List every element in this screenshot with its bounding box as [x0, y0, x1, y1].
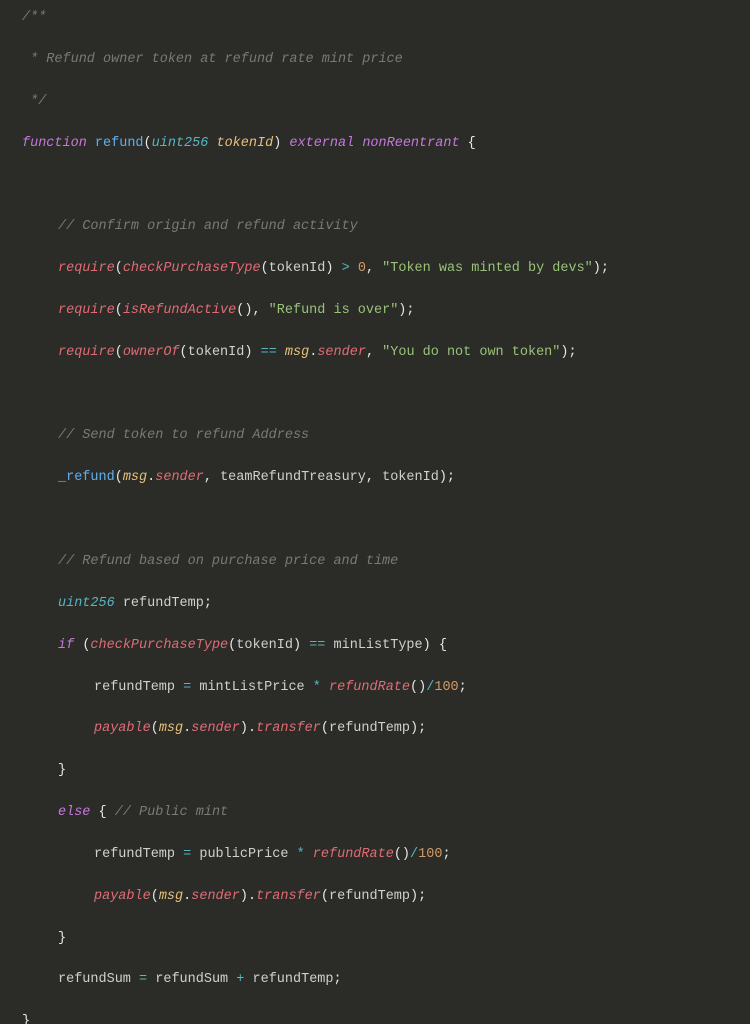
- code-block: /** * Refund owner token at refund rate …: [0, 0, 750, 1024]
- call-refundRate: refundRate: [329, 680, 410, 695]
- code-line: function refund(uint256 tokenId) externa…: [0, 134, 750, 155]
- code-line: else { // Public mint: [0, 803, 750, 824]
- call-ownerOf: ownerOf: [123, 345, 180, 360]
- call-payable: payable: [94, 721, 151, 736]
- call-require: require: [58, 303, 115, 318]
- call-isRefundActive: isRefundActive: [123, 303, 236, 318]
- comment: // Send token to refund Address: [0, 426, 750, 447]
- call-refundRate: refundRate: [313, 847, 394, 862]
- doc-comment: */: [0, 92, 750, 113]
- call-transfer: transfer: [256, 721, 321, 736]
- code-line: }: [0, 761, 750, 782]
- string-literal: "You do not own token": [382, 345, 560, 360]
- code-line: refundTemp = mintListPrice * refundRate(…: [0, 678, 750, 699]
- msg-object: msg: [285, 345, 309, 360]
- code-line: require(isRefundActive(), "Refund is ove…: [0, 301, 750, 322]
- code-line: require(ownerOf(tokenId) == msg.sender, …: [0, 343, 750, 364]
- blank-line: [0, 385, 750, 406]
- keyword-else: else: [58, 805, 90, 820]
- code-line: payable(msg.sender).transfer(refundTemp)…: [0, 719, 750, 740]
- call-require: require: [58, 261, 115, 276]
- code-line: if (checkPurchaseType(tokenId) == minLis…: [0, 636, 750, 657]
- var-refundTemp: refundTemp: [123, 596, 204, 611]
- call-_refund: _refund: [58, 470, 115, 485]
- modifier-nonReentrant: nonReentrant: [362, 136, 459, 151]
- type-uint256: uint256: [152, 136, 209, 151]
- string-literal: "Token was minted by devs": [382, 261, 593, 276]
- string-literal: "Refund is over": [269, 303, 399, 318]
- comment: // Refund based on purchase price and ti…: [0, 552, 750, 573]
- keyword-function: function: [22, 136, 87, 151]
- call-require: require: [58, 345, 115, 360]
- msg-sender: sender: [317, 345, 366, 360]
- doc-comment: /**: [0, 8, 750, 29]
- function-name: refund: [95, 136, 144, 151]
- call-checkPurchaseType: checkPurchaseType: [90, 638, 228, 653]
- code-line: refundSum = refundSum + refundTemp;: [0, 970, 750, 991]
- code-line: refundTemp = publicPrice * refundRate()/…: [0, 845, 750, 866]
- param-tokenId: tokenId: [216, 136, 273, 151]
- keyword-external: external: [289, 136, 354, 151]
- doc-comment: * Refund owner token at refund rate mint…: [0, 50, 750, 71]
- code-line: _refund(msg.sender, teamRefundTreasury, …: [0, 468, 750, 489]
- type-uint256: uint256: [58, 596, 115, 611]
- keyword-if: if: [58, 638, 74, 653]
- blank-line: [0, 510, 750, 531]
- comment: // Public mint: [115, 805, 228, 820]
- code-line: }: [0, 1012, 750, 1024]
- call-checkPurchaseType: checkPurchaseType: [123, 261, 261, 276]
- code-line: require(checkPurchaseType(tokenId) > 0, …: [0, 259, 750, 280]
- code-line: uint256 refundTemp;: [0, 594, 750, 615]
- code-line: }: [0, 929, 750, 950]
- call-payable: payable: [94, 889, 151, 904]
- comment: // Confirm origin and refund activity: [0, 217, 750, 238]
- blank-line: [0, 175, 750, 196]
- code-line: payable(msg.sender).transfer(refundTemp)…: [0, 887, 750, 908]
- call-transfer: transfer: [256, 889, 321, 904]
